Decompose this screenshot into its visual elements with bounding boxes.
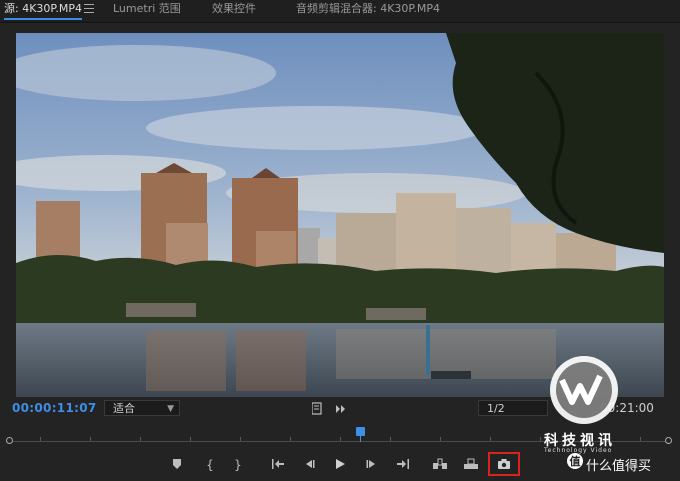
ruler-tick <box>340 437 341 441</box>
zoom-level-value: 适合 <box>113 402 135 415</box>
export-frame-highlight <box>488 452 520 476</box>
watermark-brand: 什么值得买 <box>586 459 652 474</box>
smzdm-logo-icon: 值 <box>567 453 583 469</box>
overwrite-icon[interactable] <box>461 456 481 474</box>
playhead[interactable] <box>355 427 365 436</box>
step-back-icon[interactable] <box>299 456 319 474</box>
playback-resolution-value: 1/2 <box>487 402 505 415</box>
play-icon[interactable] <box>330 456 350 474</box>
video-frame-lake-city <box>16 33 664 397</box>
tab-lumetri-scopes[interactable]: Lumetri 范围 <box>113 0 181 22</box>
current-timecode[interactable]: 00:00:11:07 <box>12 401 97 415</box>
playback-resolution-select[interactable]: 1/2 <box>478 400 548 416</box>
more-controls-icon[interactable] <box>336 405 345 413</box>
mark-in-icon[interactable]: { <box>200 456 220 474</box>
step-forward-icon[interactable] <box>362 456 382 474</box>
zoom-level-select[interactable]: 适合 ▼ <box>104 400 180 416</box>
settings-icon[interactable] <box>311 402 322 415</box>
insert-icon[interactable] <box>430 456 450 474</box>
tab-effect-controls[interactable]: 效果控件 <box>212 0 256 22</box>
ruler-tick <box>90 437 91 441</box>
tab-audio-clip-mixer[interactable]: 音频剪辑混合器: 4K30P.MP4 <box>296 0 440 22</box>
playhead-line <box>359 436 361 442</box>
ruler-tick <box>490 437 491 441</box>
chevron-down-icon: ▼ <box>167 404 174 414</box>
add-marker-icon[interactable] <box>167 456 187 474</box>
ruler-tick <box>40 437 41 441</box>
svg-text:值: 值 <box>570 454 581 468</box>
tab-source[interactable]: 源: 4K30P.MP4 <box>4 0 82 20</box>
ruler-tick <box>290 437 291 441</box>
go-to-in-icon[interactable] <box>268 456 288 474</box>
ruler-tick <box>240 437 241 441</box>
ruler-tick <box>540 437 541 441</box>
mark-out-icon[interactable]: } <box>228 456 248 474</box>
ruler-start-handle[interactable] <box>6 437 13 444</box>
ruler-tick <box>190 437 191 441</box>
panel-tab-bar: 源: 4K30P.MP4 Lumetri 范围 效果控件 音频剪辑混合器: 4K… <box>0 0 680 23</box>
ruler-tick <box>390 437 391 441</box>
ruler-tick <box>140 437 141 441</box>
ruler-tick <box>440 437 441 441</box>
panel-menu-icon[interactable] <box>84 4 94 14</box>
source-monitor-video[interactable] <box>16 33 664 397</box>
viewer-settings-group <box>311 401 372 420</box>
go-to-out-icon[interactable] <box>393 456 413 474</box>
